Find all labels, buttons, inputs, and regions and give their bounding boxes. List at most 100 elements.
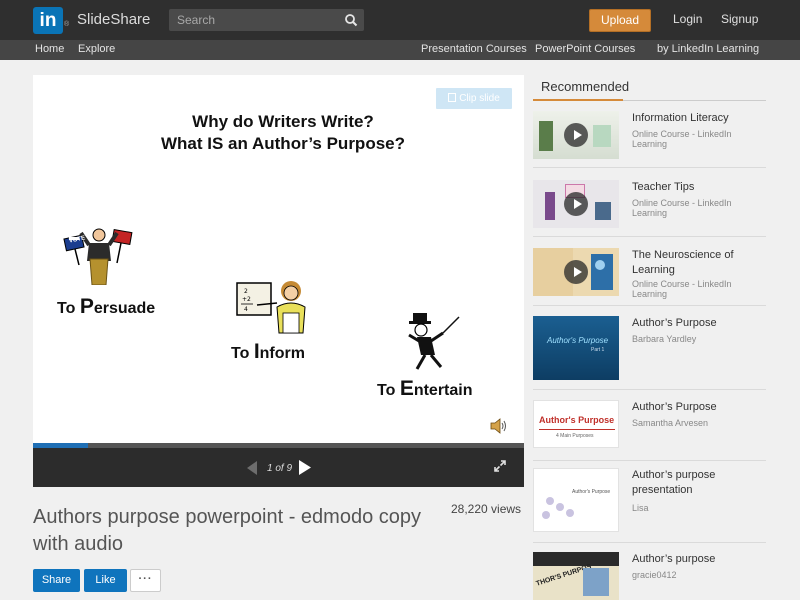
recommended-item[interactable]: Teacher Tips Online Course - LinkedIn Le… [533, 180, 766, 230]
caption-rest: nform [259, 345, 305, 362]
login-link[interactable]: Login [673, 12, 702, 26]
previous-slide-icon[interactable] [245, 460, 259, 476]
caption-persuade: To Persuade [57, 295, 155, 319]
recommended-subtitle: Online Course - LinkedIn Learning [632, 198, 732, 218]
recommended-subtitle: gracie0412 [632, 570, 677, 580]
nav-presentation-courses[interactable]: Presentation Courses [421, 43, 527, 55]
divider [533, 167, 766, 168]
thumb-title: Author's Purpose [539, 415, 615, 425]
divider [533, 460, 766, 461]
thumb-title: Author's Purpose [547, 336, 609, 345]
recommended-title[interactable]: Author’s Purpose [632, 316, 762, 331]
recommended-title[interactable]: Teacher Tips [632, 180, 762, 195]
slide-canvas: Clip slide Why do Writers Write? What IS… [33, 75, 524, 443]
play-icon[interactable] [564, 260, 588, 284]
recommended-title[interactable]: Information Literacy [632, 111, 762, 126]
teacher-clipart: 2 +2 4 [236, 281, 306, 334]
slide-counter: 1 of 9 [267, 463, 293, 474]
slide-title: Why do Writers Write? What IS an Author’… [93, 111, 473, 155]
dancer-clipart [408, 313, 460, 370]
view-count: 28,220 views [451, 502, 522, 516]
recommended-item[interactable]: Author's Purpose Author’s purpose presen… [533, 468, 766, 534]
upload-button[interactable]: Upload [589, 9, 651, 32]
presentation-title: Authors purpose powerpoint - edmodo copy… [33, 506, 422, 555]
signup-link[interactable]: Signup [721, 12, 758, 26]
slide-thumbnail[interactable]: THOR'S PURPOS [533, 552, 619, 600]
caption-initial: P [79, 295, 94, 318]
clip-slide-label: Clip slide [459, 93, 500, 104]
caption-entertain: To Entertain [377, 377, 473, 401]
thumb-band [533, 552, 619, 566]
slide-thumbnail[interactable]: Author's Purpose 4 Main Purposes [533, 400, 619, 448]
recommended-subtitle: Samantha Arvesen [632, 418, 709, 428]
search-input[interactable]: Search [169, 9, 364, 31]
speaker-icon[interactable] [489, 418, 507, 434]
recommended-item[interactable]: Information Literacy Online Course - Lin… [533, 111, 766, 161]
recommended-title[interactable]: Author’s purpose presentation [632, 468, 762, 498]
caption-prefix: To [231, 345, 254, 362]
caption-initial: E [399, 377, 414, 400]
recommended-title[interactable]: Author’s purpose [632, 552, 762, 567]
thumb-dot [566, 509, 574, 517]
next-slide-icon[interactable] [298, 459, 312, 476]
slide-title-line1: Why do Writers Write? [192, 112, 374, 131]
play-icon[interactable] [564, 192, 588, 216]
caption-rest: ersuade [93, 300, 156, 317]
caption-rest: ntertain [413, 382, 473, 399]
nav-bar: Home Explore Presentation Courses PowerP… [0, 40, 800, 60]
slideshare-brand[interactable]: SlideShare [77, 11, 150, 28]
recommended-item[interactable]: Author's Purpose 4 Main Purposes Author’… [533, 400, 766, 450]
clip-icon [448, 93, 457, 102]
recommended-item[interactable]: THOR'S PURPOS Author’s purpose gracie041… [533, 552, 766, 600]
recommended-subtitle: Online Course - LinkedIn Learning [632, 279, 732, 299]
share-button[interactable]: Share [33, 569, 80, 592]
clip-slide-button[interactable]: Clip slide [436, 88, 512, 109]
play-icon[interactable] [564, 123, 588, 147]
video-thumbnail[interactable] [533, 111, 619, 159]
linkedin-logo[interactable]: in [33, 7, 63, 34]
thumb-dot [542, 511, 550, 519]
divider [533, 389, 766, 390]
thumb-dot [546, 497, 554, 505]
progress-bar[interactable] [33, 443, 524, 448]
recommended-subtitle: Barbara Yardley [632, 334, 697, 344]
tab-divider [623, 100, 766, 101]
recommended-item[interactable]: Author's Purpose Part 1 Author’s Purpose… [533, 316, 766, 382]
nav-home[interactable]: Home [35, 43, 64, 55]
recommended-title[interactable]: The Neuroscience of Learning [632, 248, 762, 278]
tab-recommended[interactable]: Recommended [533, 77, 629, 101]
recommended-item[interactable]: The Neuroscience of Learning Online Cour… [533, 248, 766, 299]
recommended-subtitle: Lisa [632, 503, 649, 513]
top-bar: in ® SlideShare Search Upload Login Sign… [0, 0, 800, 40]
divider [533, 236, 766, 237]
fullscreen-icon[interactable] [494, 460, 506, 472]
divider [533, 305, 766, 306]
recommended-subtitle: Online Course - LinkedIn Learning [632, 129, 732, 149]
nav-powerpoint-courses[interactable]: PowerPoint Courses [535, 43, 635, 55]
politician-clipart [63, 228, 133, 285]
svg-text:2: 2 [244, 288, 248, 295]
search-icon[interactable] [344, 13, 358, 27]
recommended-title[interactable]: Author’s Purpose [632, 400, 762, 415]
thumb-title: Author's Purpose [572, 489, 611, 495]
slide-thumbnail[interactable]: Author's Purpose Part 1 [533, 316, 619, 380]
svg-text:4: 4 [244, 306, 248, 313]
like-button[interactable]: Like [84, 569, 127, 592]
tab-underline [533, 99, 623, 101]
video-thumbnail[interactable] [533, 180, 619, 228]
registered-mark: ® [64, 21, 70, 28]
thumb-rule [539, 429, 615, 430]
slide-title-line2: What IS an Author’s Purpose? [161, 134, 405, 153]
progress-fill [33, 443, 88, 448]
divider [533, 542, 766, 543]
caption-prefix: To [57, 300, 80, 317]
search-placeholder: Search [177, 13, 216, 27]
nav-linkedin-learning[interactable]: by LinkedIn Learning [657, 43, 759, 55]
thumb-image [583, 568, 609, 596]
caption-prefix: To [377, 382, 400, 399]
more-options-button[interactable]: ··· [130, 569, 161, 592]
nav-explore[interactable]: Explore [78, 43, 115, 55]
thumb-subtitle: 4 Main Purposes [556, 433, 594, 439]
video-thumbnail[interactable] [533, 248, 619, 296]
slide-thumbnail[interactable]: Author's Purpose [533, 468, 619, 532]
